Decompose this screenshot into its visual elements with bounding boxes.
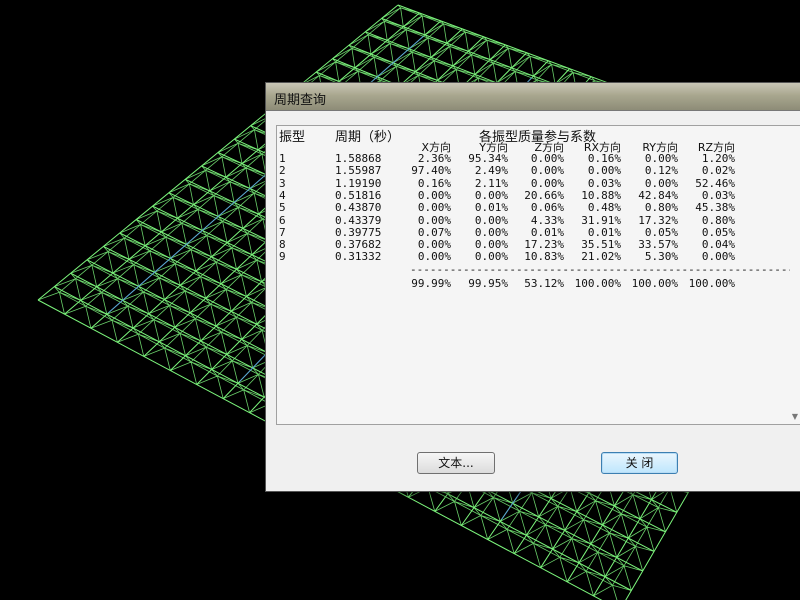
row-2-value-3: 0.00% <box>530 164 564 177</box>
row-5-value-1: 0.00% <box>417 201 451 214</box>
row-9-value-5: 5.30% <box>644 250 678 263</box>
row-9-value-4: 21.02% <box>581 250 621 263</box>
row-9-value-1: 0.00% <box>417 250 451 263</box>
row-9-value-6: 0.00% <box>701 250 735 263</box>
results-list-box[interactable]: 振型 周期（秒） 各振型质量参与系数 X方向 Y方向 Z方向 RX方向 RY方向 RZ方向 1 1.… <box>276 125 800 425</box>
text-button[interactable]: 文本... <box>417 452 495 474</box>
total-value-6: 100.00% <box>688 277 735 290</box>
period-query-dialog: 周期查询 振型 周期（秒） 各振型质量参与系数 X方向 Y方向 Z方向 RX方向 RY方向 RZ… <box>265 82 800 492</box>
scroll-down-arrow-icon[interactable]: ▼ <box>790 412 800 422</box>
close-button[interactable]: 关 闭 <box>601 452 678 474</box>
row-5-value-6: 45.38% <box>695 201 735 214</box>
vertical-scrollbar[interactable]: ▼ <box>790 126 800 424</box>
dialog-title: 周期查询 <box>274 93 327 108</box>
total-value-3: 53.12% <box>524 277 564 290</box>
row-5-value-4: 0.48% <box>587 201 621 214</box>
table-separator: ----------------------------------------… <box>410 263 795 276</box>
total-value-1: 99.99% <box>411 277 451 290</box>
row-2-value-4: 0.00% <box>587 164 621 177</box>
row-5-value-3: 0.06% <box>530 201 564 214</box>
row-2-value-6: 0.02% <box>701 164 735 177</box>
row-9-value-3: 10.83% <box>524 250 564 263</box>
row-9-mode: 9 <box>279 250 286 263</box>
row-5-value-2: 0.01% <box>474 201 508 214</box>
row-2-mode: 2 <box>279 164 286 177</box>
row-2-value-1: 97.40% <box>411 164 451 177</box>
row-5-mode: 5 <box>279 201 286 214</box>
total-value-4: 100.00% <box>574 277 621 290</box>
dialog-client-area: 振型 周期（秒） 各振型质量参与系数 X方向 Y方向 Z方向 RX方向 RY方向 RZ方向 1 1.… <box>266 111 800 491</box>
row-5-value-5: 0.80% <box>644 201 678 214</box>
row-5-period: 0.43870 <box>335 201 382 214</box>
dialog-titlebar[interactable]: 周期查询 <box>266 83 800 111</box>
total-value-2: 99.95% <box>468 277 508 290</box>
row-2-value-5: 0.12% <box>644 164 678 177</box>
header-mode: 振型 <box>279 130 306 145</box>
total-value-5: 100.00% <box>631 277 678 290</box>
row-9-value-2: 0.00% <box>474 250 508 263</box>
row-2-value-2: 2.49% <box>474 164 508 177</box>
row-2-period: 1.55987 <box>335 164 382 177</box>
row-9-period: 0.31332 <box>335 250 382 263</box>
